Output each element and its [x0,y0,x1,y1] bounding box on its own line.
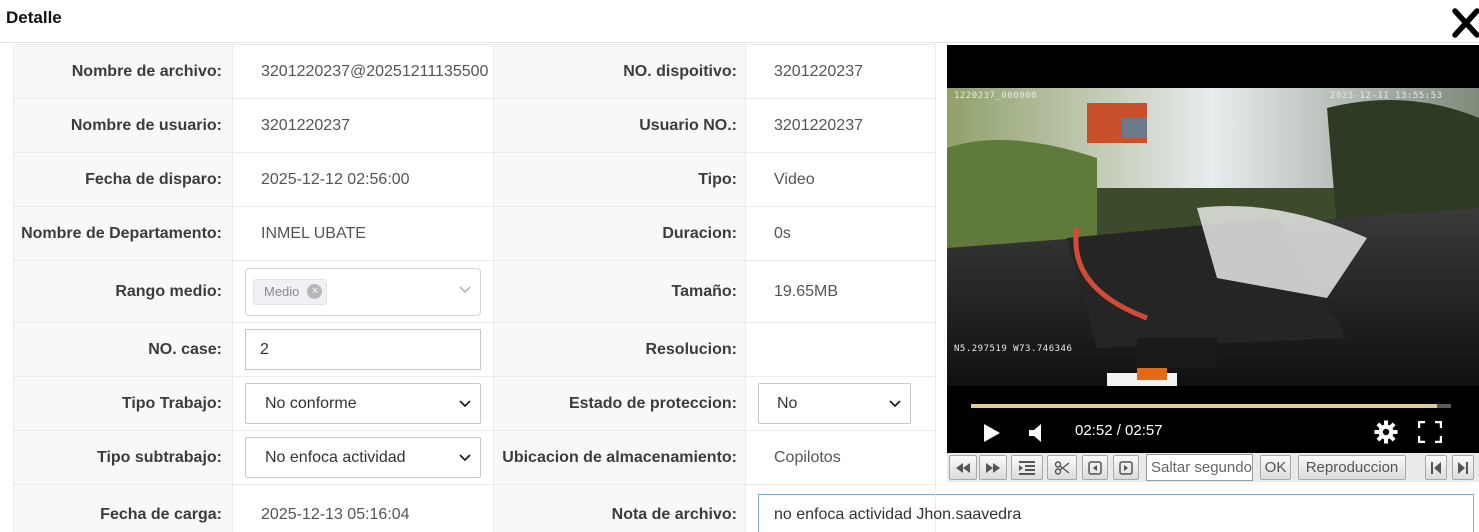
dialog-title: Detalle [6,8,62,27]
scissors-icon [1054,460,1070,475]
file-name-label: Nombre de archivo: [13,44,233,99]
close-icon[interactable] [1452,6,1479,38]
department-value: INMEL UBATE [232,206,494,261]
fullscreen-icon[interactable] [1418,421,1442,443]
skip-end-icon [1458,461,1468,474]
skip-end-button[interactable] [1452,455,1474,480]
trigger-date-value: 2025-12-12 02:56:00 [232,152,494,207]
type-label: Tipo: [493,152,746,207]
protection-state-select[interactable]: No [758,383,911,424]
osd-device: 1220237_000000 [954,91,1037,101]
media-range-label: Rango medio: [13,260,233,323]
upload-date-value: 2025-12-13 05:16:04 [232,484,494,532]
sub-work-type-select[interactable]: No enfoca actividad [245,437,481,478]
progress-fill [971,404,1437,408]
skip-start-icon [1431,461,1441,474]
progress-bar[interactable] [971,404,1451,408]
size-label: Tamaño: [493,260,746,323]
media-range-tag-label: Medio [264,284,300,299]
fast-forward-icon [986,462,1000,473]
storage-location-value: Copilotos [745,430,936,485]
volume-icon[interactable] [1027,423,1047,443]
protection-state-value: No [777,394,798,412]
list-indent-icon [1019,460,1035,475]
chevron-down-icon [459,400,471,408]
dialog-header: Detalle [0,0,1479,43]
chevron-down-icon [459,286,471,293]
type-value: Video [745,152,936,207]
case-no-label: NO. case: [13,322,233,377]
chevron-down-icon [459,454,471,462]
resolution-value [745,322,936,377]
prev-frame-button[interactable] [1082,455,1108,480]
user-no-label: Usuario NO.: [493,98,746,153]
time-display: 02:52 / 02:57 [1075,422,1163,439]
resolution-label: Resolucion: [493,322,746,377]
player-toolbar: Saltar segundos OK Reproduccion [947,453,1479,482]
protection-state-label: Estado de proteccion: [493,376,746,431]
player-controls: 02:52 / 02:57 [947,413,1479,453]
duration-label: Duracion: [493,206,746,261]
video-frame: 1220237_000000 2025-12-11 13:55:53 N5.29… [947,88,1479,386]
file-note-cell: no enfoca actividad Jhon.saavedra [745,484,1474,532]
size-value: 19.65MB [745,260,936,323]
file-note-input[interactable]: no enfoca actividad Jhon.saavedra [758,494,1474,532]
storage-location-label: Ubicacion de almacenamiento: [493,430,746,485]
department-label: Nombre de Departamento: [13,206,233,261]
device-no-label: NO. dispoitivo: [493,44,746,99]
skip-start-button[interactable] [1425,455,1447,480]
next-frame-icon [1119,460,1133,475]
osd-gps: N5.297519 W73.746346 [954,344,1073,354]
user-name-label: Nombre de usuario: [13,98,233,153]
fast-forward-button[interactable] [979,455,1007,480]
user-no-value: 3201220237 [745,98,936,153]
video-player[interactable]: 1220237_000000 2025-12-11 13:55:53 N5.29… [947,45,1479,453]
work-type-label: Tipo Trabajo: [13,376,233,431]
trigger-date-label: Fecha de disparo: [13,152,233,207]
work-type-select[interactable]: No conforme [245,383,481,424]
case-no-input[interactable]: 2 [245,329,481,370]
media-range-select[interactable]: Medio × [245,267,481,316]
upload-date-label: Fecha de carga: [13,484,233,532]
chevron-down-icon [889,400,901,408]
prev-frame-icon [1088,460,1102,475]
sub-work-type-value: No enfoca actividad [265,448,406,466]
ok-button[interactable]: OK [1260,455,1291,480]
next-frame-button[interactable] [1113,455,1139,480]
playback-button[interactable]: Reproduccion [1298,455,1406,480]
work-type-value: No conforme [265,394,357,412]
file-note-label: Nota de archivo: [493,484,746,532]
user-name-value: 3201220237 [232,98,494,153]
work-type-cell: No conforme [232,376,494,431]
jump-seconds-input[interactable]: Saltar segundos [1146,454,1253,481]
osd-timestamp: 2025-12-11 13:55:53 [1330,91,1443,101]
play-icon[interactable] [983,423,1001,443]
rewind-button[interactable] [949,455,977,480]
rewind-icon [956,462,970,473]
sub-work-type-cell: No enfoca actividad [232,430,494,485]
media-range-cell: Medio × [232,260,494,323]
clip-button[interactable] [1047,455,1077,480]
tag-remove-icon[interactable]: × [307,284,323,299]
sub-work-type-label: Tipo subtrabajo: [13,430,233,485]
file-name-value: 3201220237@20251211135500 [232,44,494,99]
case-no-cell: 2 [232,322,494,377]
list-button[interactable] [1011,455,1043,480]
media-range-tag: Medio × [253,278,328,305]
device-no-value: 3201220237 [745,44,936,99]
protection-state-cell: No [745,376,936,431]
settings-gear-icon[interactable] [1374,420,1398,444]
detail-table: Nombre de archivo: 3201220237@2025121113… [13,44,1474,532]
duration-value: 0s [745,206,936,261]
